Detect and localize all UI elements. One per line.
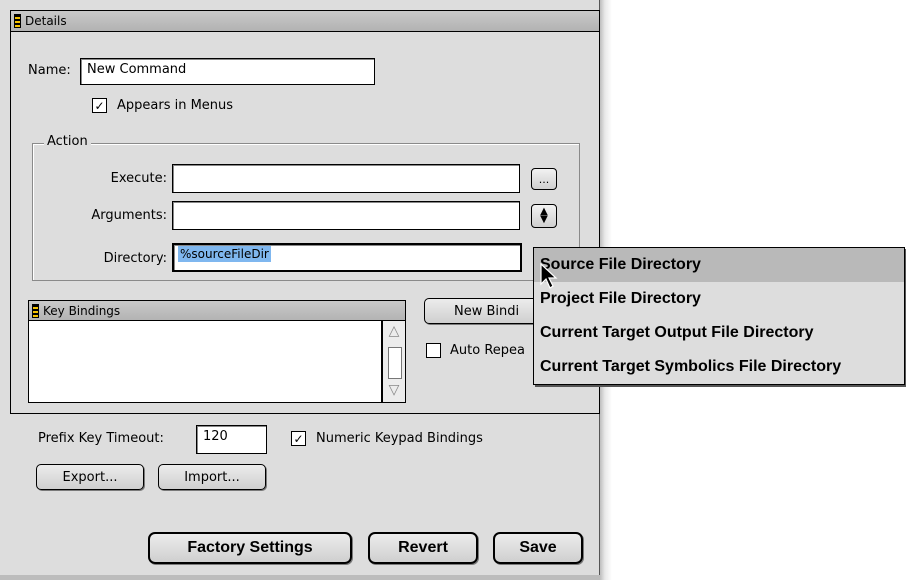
prefix-timeout-field[interactable]: 120	[196, 425, 267, 454]
factory-settings-button[interactable]: Factory Settings	[148, 532, 352, 564]
up-down-arrows-icon: ▲ ▼	[540, 206, 548, 225]
directory-popup-menu[interactable]: Source File Directory Project File Direc…	[533, 247, 905, 385]
menu-item-source-file-directory[interactable]: Source File Directory	[534, 248, 904, 282]
directory-value: %sourceFileDir	[178, 246, 271, 262]
scroll-down-arrow-icon[interactable]: ▽	[386, 382, 402, 400]
key-bindings-titlebar: Key Bindings	[29, 301, 405, 322]
ellipsis-icon: ...	[538, 172, 550, 186]
new-binding-button[interactable]: New Bindi	[424, 298, 544, 324]
arguments-field[interactable]	[172, 201, 520, 230]
window-bottom-edge	[0, 575, 600, 580]
execute-label: Execute:	[110, 171, 167, 186]
name-field[interactable]: New Command	[80, 58, 375, 85]
mouse-cursor-icon	[540, 262, 558, 289]
key-bindings-grip-icon	[32, 304, 39, 318]
arguments-label: Arguments:	[91, 208, 167, 223]
directory-field[interactable]: %sourceFileDir	[172, 243, 522, 272]
numeric-keypad-label: Numeric Keypad Bindings	[316, 431, 483, 446]
details-title: Details	[25, 14, 67, 28]
save-button[interactable]: Save	[493, 532, 583, 564]
appears-in-menus-label: Appears in Menus	[117, 98, 234, 113]
menu-item-target-output-directory[interactable]: Current Target Output File Directory	[534, 316, 904, 350]
export-button[interactable]: Export...	[36, 464, 144, 490]
menu-item-target-symbolics-directory[interactable]: Current Target Symbolics File Directory	[534, 350, 904, 384]
appears-in-menus-checkbox[interactable]: ✓	[92, 98, 107, 113]
name-label: Name:	[28, 63, 71, 78]
arguments-popup-button[interactable]: ▲ ▼	[531, 204, 557, 228]
checkmark-icon: ✓	[293, 431, 304, 446]
auto-repeat-checkbox[interactable]	[426, 343, 441, 358]
revert-button[interactable]: Revert	[368, 532, 478, 564]
key-bindings-title: Key Bindings	[43, 304, 121, 318]
menu-item-project-file-directory[interactable]: Project File Directory	[534, 282, 904, 316]
details-titlebar: Details	[11, 11, 599, 32]
action-legend: Action	[44, 134, 91, 149]
execute-browse-button[interactable]: ...	[531, 168, 557, 190]
prefix-timeout-label: Prefix Key Timeout:	[38, 431, 164, 446]
import-button[interactable]: Import...	[158, 464, 266, 490]
key-bindings-scrollbar[interactable]: △ ▽	[382, 320, 406, 403]
key-bindings-list[interactable]	[28, 320, 382, 403]
scroll-up-arrow-icon[interactable]: △	[386, 323, 402, 341]
panel-grip-icon	[14, 14, 21, 28]
execute-field[interactable]	[172, 164, 520, 193]
checkmark-icon: ✓	[94, 98, 105, 113]
directory-label: Directory:	[103, 251, 167, 266]
auto-repeat-label: Auto Repea	[450, 343, 525, 358]
numeric-keypad-checkbox[interactable]: ✓	[291, 431, 306, 446]
scroll-thumb[interactable]	[388, 347, 402, 379]
